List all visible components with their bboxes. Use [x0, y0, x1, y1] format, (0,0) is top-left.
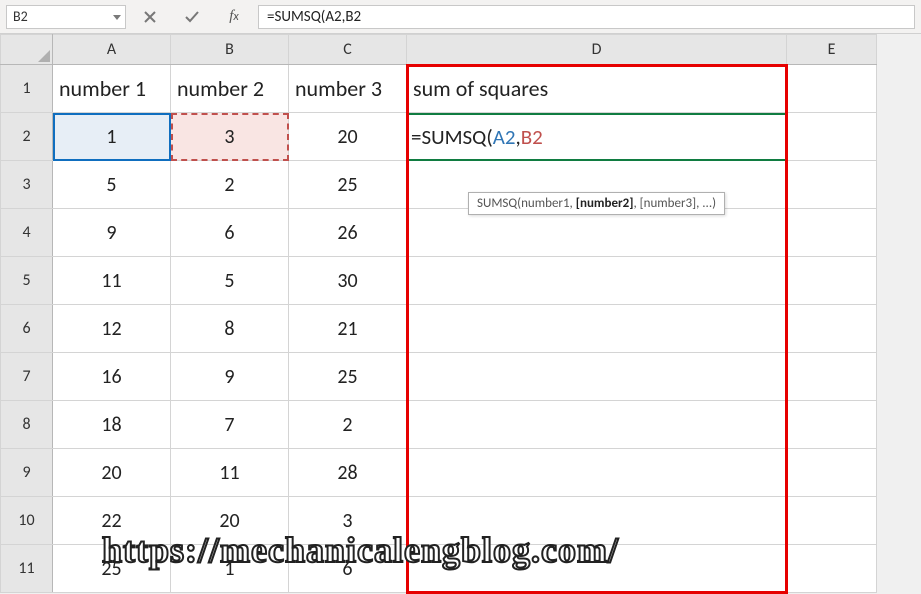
cell-D7[interactable] — [407, 353, 787, 401]
tooltip-current-arg: [number2] — [576, 196, 634, 211]
cell-D8[interactable] — [407, 401, 787, 449]
cell-B5[interactable]: 5 — [171, 257, 289, 305]
cell-C7[interactable]: 25 — [289, 353, 407, 401]
cell-A6[interactable]: 12 — [53, 305, 171, 353]
cell-B1[interactable]: number 2 — [171, 65, 289, 113]
row-header-7[interactable]: 7 — [1, 353, 53, 401]
spreadsheet-grid: A B C D E 1 number 1 number 2 number 3 s… — [0, 34, 921, 593]
watermark-text: https://mechanicalengblog.com/ — [102, 529, 619, 571]
cell-A9[interactable]: 20 — [53, 449, 171, 497]
cell-C9[interactable]: 28 — [289, 449, 407, 497]
function-tooltip: SUMSQ(number1, [number2], [number3], ...… — [468, 192, 725, 215]
row-header-9[interactable]: 9 — [1, 449, 53, 497]
cell-A5[interactable]: 11 — [53, 257, 171, 305]
cell-B4[interactable]: 6 — [171, 209, 289, 257]
cell-A3[interactable]: 5 — [53, 161, 171, 209]
cell-B3[interactable]: 2 — [171, 161, 289, 209]
row-header-4[interactable]: 4 — [1, 209, 53, 257]
cell-E5[interactable] — [787, 257, 877, 305]
cell-E6[interactable] — [787, 305, 877, 353]
cell-B7[interactable]: 9 — [171, 353, 289, 401]
confirm-icon[interactable] — [182, 7, 202, 27]
cell-E11[interactable] — [787, 545, 877, 593]
row-header-1[interactable]: 1 — [1, 65, 53, 113]
formula-ref-a2: A2 — [493, 124, 516, 150]
row-header-5[interactable]: 5 — [1, 257, 53, 305]
formula-fn: =SUMSQ( — [411, 124, 493, 150]
col-header-E[interactable]: E — [787, 35, 877, 65]
cell-D9[interactable] — [407, 449, 787, 497]
cell-B9[interactable]: 11 — [171, 449, 289, 497]
cell-D5[interactable] — [407, 257, 787, 305]
col-header-A[interactable]: A — [53, 35, 171, 65]
row-header-3[interactable]: 3 — [1, 161, 53, 209]
cell-C6[interactable]: 21 — [289, 305, 407, 353]
cell-E2[interactable] — [787, 113, 877, 161]
cell-A7[interactable]: 16 — [53, 353, 171, 401]
cell-E7[interactable] — [787, 353, 877, 401]
cell-E10[interactable] — [787, 497, 877, 545]
tooltip-prefix: SUMSQ(number1, — [477, 196, 576, 211]
formula-input[interactable]: =SUMSQ(A2,B2 — [258, 5, 915, 29]
row-header-10[interactable]: 10 — [1, 497, 53, 545]
grid-table: A B C D E 1 number 1 number 2 number 3 s… — [0, 34, 877, 593]
col-header-B[interactable]: B — [171, 35, 289, 65]
cell-C2[interactable]: 20 — [289, 113, 407, 161]
cell-E3[interactable] — [787, 161, 877, 209]
cell-E4[interactable] — [787, 209, 877, 257]
select-all-corner[interactable] — [1, 35, 53, 65]
col-header-D[interactable]: D — [407, 35, 787, 65]
cell-A8[interactable]: 18 — [53, 401, 171, 449]
name-box[interactable]: B2 — [6, 5, 126, 29]
cell-B6[interactable]: 8 — [171, 305, 289, 353]
formula-bar-icons: fx — [140, 7, 244, 27]
formula-bar-row: B2 fx =SUMSQ(A2,B2 — [0, 0, 921, 34]
cell-B8[interactable]: 7 — [171, 401, 289, 449]
cancel-icon[interactable] — [140, 7, 160, 27]
col-header-C[interactable]: C — [289, 35, 407, 65]
formula-ref-b2: B2 — [521, 124, 543, 150]
cell-A2[interactable]: 1 — [53, 113, 171, 161]
cell-D6[interactable] — [407, 305, 787, 353]
cell-E8[interactable] — [787, 401, 877, 449]
row-header-11[interactable]: 11 — [1, 545, 53, 593]
cell-D2[interactable]: =SUMSQ(A2,B2 — [407, 113, 787, 161]
cell-E9[interactable] — [787, 449, 877, 497]
cell-B2[interactable]: 3 — [171, 113, 289, 161]
row-header-6[interactable]: 6 — [1, 305, 53, 353]
cell-C3[interactable]: 25 — [289, 161, 407, 209]
cell-E1[interactable] — [787, 65, 877, 113]
cell-D1[interactable]: sum of squares — [407, 65, 787, 113]
cell-D4[interactable] — [407, 209, 787, 257]
row-header-8[interactable]: 8 — [1, 401, 53, 449]
row-header-2[interactable]: 2 — [1, 113, 53, 161]
cell-C1[interactable]: number 3 — [289, 65, 407, 113]
cell-A1[interactable]: number 1 — [53, 65, 171, 113]
cell-C8[interactable]: 2 — [289, 401, 407, 449]
cell-C4[interactable]: 26 — [289, 209, 407, 257]
fx-icon[interactable]: fx — [224, 7, 244, 27]
tooltip-suffix: , [number3], ...) — [633, 196, 716, 211]
cell-A4[interactable]: 9 — [53, 209, 171, 257]
cell-C5[interactable]: 30 — [289, 257, 407, 305]
